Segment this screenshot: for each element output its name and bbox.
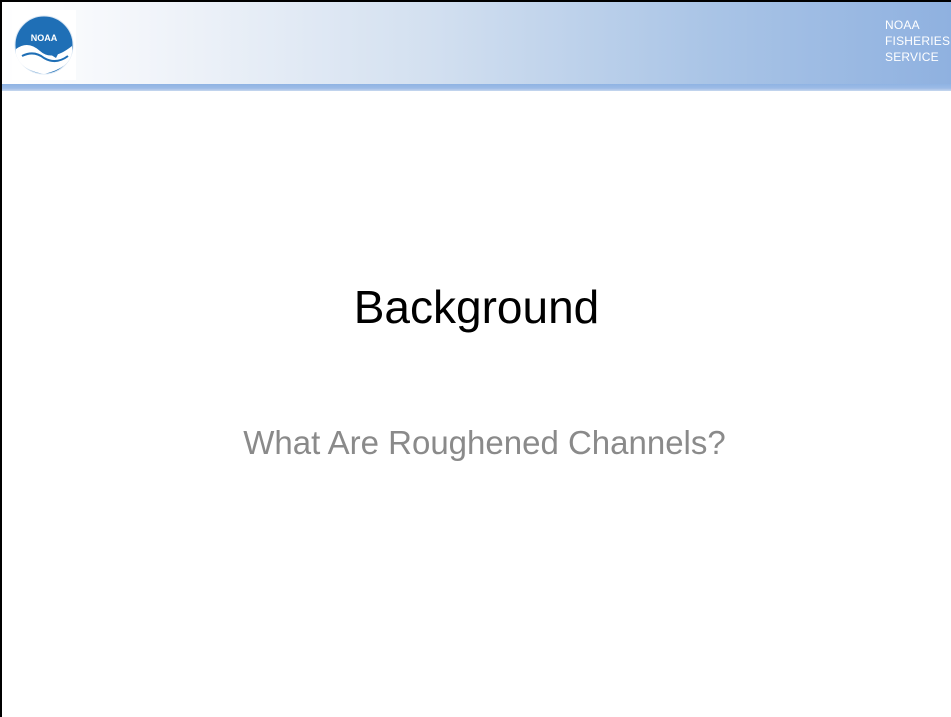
slide-title: Background [353, 281, 600, 333]
noaa-logo: NOAA [12, 10, 76, 80]
header-band [2, 2, 951, 86]
agency-line-2: FISHERIES [885, 34, 951, 48]
logo-text: NOAA [31, 33, 58, 43]
header-divider [2, 84, 951, 91]
noaa-emblem-icon: NOAA [14, 15, 74, 75]
slide: NOAA NOAA FISHERIES SERVICE Background W… [0, 0, 951, 717]
agency-name: NOAA FISHERIES SERVICE [885, 17, 951, 65]
agency-line-3: SERVICE [885, 50, 939, 64]
slide-subtitle: What Are Roughened Channels? [243, 424, 726, 461]
agency-line-1: NOAA [885, 18, 920, 32]
